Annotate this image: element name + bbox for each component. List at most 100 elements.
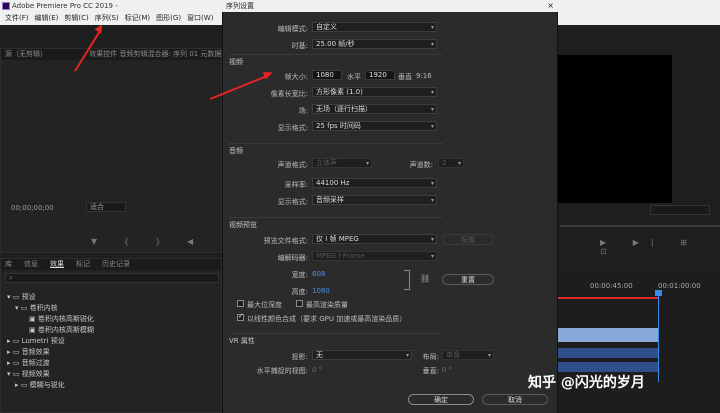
menu-sequence[interactable]: 序列(S) xyxy=(92,12,122,25)
program-transport-controls[interactable]: ▶ ▶| ⊞ ⊡ xyxy=(600,238,720,256)
vr-section-divider xyxy=(229,333,443,334)
chevron-down-icon: ▾ xyxy=(430,89,434,96)
work-area-bar[interactable] xyxy=(558,297,658,299)
display-format-select[interactable]: 25 fps 时间码 ▾ xyxy=(312,121,437,131)
channels-select: 2 ▾ xyxy=(438,158,464,168)
max-render-quality-checkbox[interactable] xyxy=(296,300,303,307)
reset-button[interactable]: 重置 xyxy=(442,274,494,285)
preview-section-divider xyxy=(229,217,443,218)
search-icon: ⌕ xyxy=(9,274,13,282)
tree-item[interactable]: ▸ ▭ 音频过渡 xyxy=(7,358,94,369)
channels-label: 声道数: xyxy=(409,161,433,169)
link-icon[interactable]: ⛓ xyxy=(420,274,430,283)
premiere-window: Adobe Premiere Pro CC 2019 - G:\pr\workS… xyxy=(0,0,720,413)
preview-section-title: 视频预览 xyxy=(229,221,257,229)
max-bit-depth-checkbox[interactable] xyxy=(237,300,244,307)
effects-tree: ▾ ▭ 预设 ▾ ▭ 卷积内核 ▣ 卷积内核高斯锐化 ▣ 卷积内核高斯模糊 ▸ … xyxy=(7,292,94,391)
tree-item[interactable]: ▣ 卷积内核高斯锐化 xyxy=(7,314,94,325)
menu-graphics[interactable]: 图形(G) xyxy=(153,12,184,25)
fields-select[interactable]: 无场（逐行扫描） ▾ xyxy=(312,104,437,114)
frame-height-input[interactable]: 1920 xyxy=(365,70,395,80)
codec-label: 编解码器: xyxy=(277,254,308,262)
audio-clip-2[interactable] xyxy=(558,362,658,372)
max-bit-depth-label: 最大位深度 xyxy=(247,301,282,309)
playhead[interactable] xyxy=(658,292,659,382)
horizontal-view-label: 水平捕捉的视图: xyxy=(256,367,308,375)
frame-width-input[interactable]: 1080 xyxy=(312,70,342,80)
close-icon[interactable]: × xyxy=(547,0,554,12)
tree-item[interactable]: ▸ ▭ Lumetri 预设 xyxy=(7,336,94,347)
menu-file[interactable]: 文件(F) xyxy=(2,12,32,25)
projection-label: 投影: xyxy=(291,353,308,361)
tree-item[interactable]: ▾ ▭ 预设 xyxy=(7,292,94,303)
layout-select: 单像 ▾ xyxy=(442,350,494,360)
editing-mode-select[interactable]: 自定义 ▾ xyxy=(312,22,437,32)
height-label: 高度: xyxy=(291,288,308,296)
ok-button[interactable]: 确定 xyxy=(408,394,474,405)
effects-search-input[interactable]: ⌕ xyxy=(5,273,219,283)
tree-item[interactable]: ▣ 卷积内核高斯模糊 xyxy=(7,325,94,336)
audio-clip-1[interactable] xyxy=(558,348,658,358)
configure-button: 配置 xyxy=(442,234,494,245)
horizontal-view-value: 0 ° xyxy=(312,366,323,374)
projection-select[interactable]: 无 ▾ xyxy=(312,350,412,360)
tab-history[interactable]: 历史记录 xyxy=(102,259,130,270)
chevron-down-icon: ▾ xyxy=(487,352,491,359)
timebase-label: 时基: xyxy=(291,42,308,50)
audio-display-select[interactable]: 音频采样 ▾ xyxy=(312,195,437,205)
window-titlebar-right xyxy=(558,0,720,25)
transport-controls[interactable]: ▼ { } ◀ xyxy=(91,237,205,246)
menu-marker[interactable]: 标记(M) xyxy=(122,12,154,25)
timebase-select[interactable]: 25.00 帧/秒 ▾ xyxy=(312,39,437,49)
chevron-down-icon: ▾ xyxy=(430,236,434,243)
linear-color-label: 以线性颜色合成（要求 GPU 加速或最高渲染品质） xyxy=(247,315,407,323)
tab-effect-controls[interactable]: 效果控件 音频剪辑混合器: 序列 01 元数据 xyxy=(89,50,221,58)
chevron-down-icon: ▾ xyxy=(430,123,434,130)
pixel-aspect-label: 像素长宽比: xyxy=(270,90,308,98)
tab-info[interactable]: 信息 xyxy=(24,259,38,270)
tab-markers[interactable]: 标记 xyxy=(76,259,90,270)
linear-color-checkbox[interactable] xyxy=(237,312,244,321)
vertical-view-value: 0 ° xyxy=(442,366,453,374)
menu-clip[interactable]: 剪辑(C) xyxy=(61,12,91,25)
tab-source[interactable]: 源（无剪辑） xyxy=(5,50,47,58)
vr-section-title: VR 属性 xyxy=(229,337,255,345)
tree-item[interactable]: ▾ ▭ 视频效果 xyxy=(7,369,94,380)
audio-display-label: 显示格式: xyxy=(277,198,308,206)
chevron-down-icon: ▾ xyxy=(430,197,434,204)
tree-item[interactable]: ▸ ▭ 音频效果 xyxy=(7,347,94,358)
program-scrubber[interactable] xyxy=(560,225,720,227)
vertical-view-label: 垂直: xyxy=(422,367,439,375)
pixel-aspect-select[interactable]: 方形像素 (1.0) ▾ xyxy=(312,87,437,97)
chevron-down-icon: ▾ xyxy=(405,352,409,359)
tree-item[interactable]: ▸ ▭ 模糊与锐化 xyxy=(7,380,94,391)
preview-width-value[interactable]: 608 xyxy=(312,270,342,278)
horizontal-label: 水平 xyxy=(347,73,361,81)
fit-dropdown[interactable]: 适合 xyxy=(86,202,126,212)
menu-edit[interactable]: 编辑(E) xyxy=(32,12,62,25)
video-clip[interactable] xyxy=(558,328,658,342)
effects-tabs: 库 信息 效果 标记 历史记录 xyxy=(1,259,221,270)
tree-item[interactable]: ▾ ▭ 卷积内核 xyxy=(7,303,94,314)
preview-format-label: 预览文件格式: xyxy=(263,237,308,245)
sample-rate-select[interactable]: 44100 Hz ▾ xyxy=(312,178,437,188)
dialog-title: 序列设置 xyxy=(226,2,254,10)
width-label: 宽度: xyxy=(291,271,308,279)
premiere-logo-icon xyxy=(2,2,10,10)
menu-window[interactable]: 窗口(W) xyxy=(184,12,216,25)
playhead-handle[interactable] xyxy=(655,290,662,296)
cancel-button[interactable]: 取消 xyxy=(482,394,548,405)
source-monitor-panel: 源（无剪辑） 效果控件 音频剪辑混合器: 序列 01 元数据 00;00;00;… xyxy=(0,48,222,253)
channel-format-label: 声道格式: xyxy=(277,161,308,169)
chevron-down-icon: ▾ xyxy=(430,106,434,113)
chevron-down-icon: ▾ xyxy=(430,24,434,31)
preview-format-select[interactable]: 仅 I 帧 MPEG ▾ xyxy=(312,234,437,244)
chevron-down-icon: ▾ xyxy=(430,180,434,187)
tab-libraries[interactable]: 库 xyxy=(5,259,12,270)
vertical-label: 垂直 xyxy=(398,73,412,81)
program-zoom-dropdown[interactable] xyxy=(650,205,710,215)
tab-effects[interactable]: 效果 xyxy=(50,259,64,270)
editing-mode-label: 编辑模式: xyxy=(277,25,308,33)
preview-height-value[interactable]: 1080 xyxy=(312,287,342,295)
link-bracket xyxy=(404,270,410,290)
